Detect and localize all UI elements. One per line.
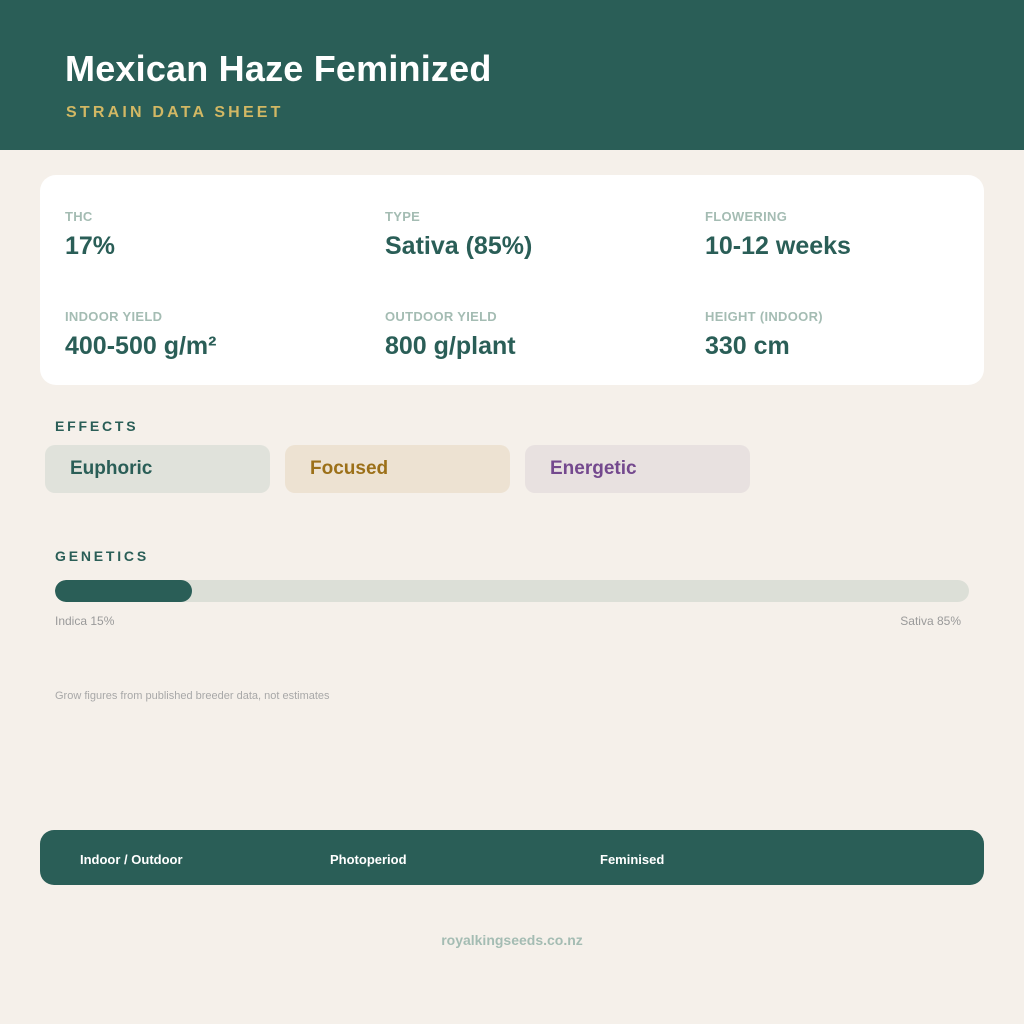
page-title: Mexican Haze Feminized <box>65 48 492 89</box>
stat-value: 400-500 g/m² <box>65 332 217 360</box>
stat-label: OUTDOOR YIELD <box>385 309 498 324</box>
stat-value: Sativa (85%) <box>385 232 533 260</box>
stat-flowering: FLOWERING 10-12 weeks <box>705 209 851 261</box>
genetics-bar <box>55 580 969 602</box>
effect-pill-energetic: Energetic <box>525 445 750 493</box>
stat-thc: THC 17% <box>65 209 115 261</box>
page-subtitle: STRAIN DATA SHEET <box>66 104 284 121</box>
stat-label: TYPE <box>385 209 421 224</box>
effect-pill-focused: Focused <box>285 445 510 493</box>
stats-card: THC 17% TYPE Sativa (85%) FLOWERING 10-1… <box>40 175 984 385</box>
genetics-sativa-label: Sativa 85% <box>900 614 961 628</box>
stat-label: THC <box>65 209 93 224</box>
genetics-heading: GENETICS <box>55 548 149 564</box>
stat-type: TYPE Sativa (85%) <box>385 209 532 261</box>
header-banner: Mexican Haze Feminized STRAIN DATA SHEET <box>0 0 1024 150</box>
genetics-bar-indica-fill <box>55 580 193 602</box>
feature-feminised: Feminised <box>600 852 665 867</box>
effects-heading: EFFECTS <box>55 418 139 434</box>
stat-label: HEIGHT (INDOOR) <box>705 309 823 324</box>
feature-bar: Indoor / Outdoor Photoperiod Feminised <box>40 830 984 885</box>
stat-value: 17% <box>65 232 116 260</box>
stat-height-indoor: HEIGHT (INDOOR) 330 cm <box>705 309 823 361</box>
genetics-indica-label: Indica 15% <box>55 614 115 628</box>
stat-indoor-yield: INDOOR YIELD 400-500 g/m² <box>65 309 216 361</box>
stat-value: 330 cm <box>705 332 790 360</box>
stat-value: 10-12 weeks <box>705 232 851 260</box>
stat-label: FLOWERING <box>705 209 788 224</box>
feature-indoor-outdoor: Indoor / Outdoor <box>80 852 183 867</box>
stat-outdoor-yield: OUTDOOR YIELD 800 g/plant <box>385 309 516 361</box>
website-link[interactable]: royalkingseeds.co.nz <box>0 932 1024 948</box>
feature-photoperiod: Photoperiod <box>330 852 407 867</box>
stat-label: INDOOR YIELD <box>65 309 163 324</box>
footnote: Grow figures from published breeder data… <box>55 690 330 702</box>
strain-data-sheet: Mexican Haze Feminized STRAIN DATA SHEET… <box>0 0 1024 1024</box>
stat-value: 800 g/plant <box>385 332 516 360</box>
effect-pill-euphoric: Euphoric <box>45 445 270 493</box>
